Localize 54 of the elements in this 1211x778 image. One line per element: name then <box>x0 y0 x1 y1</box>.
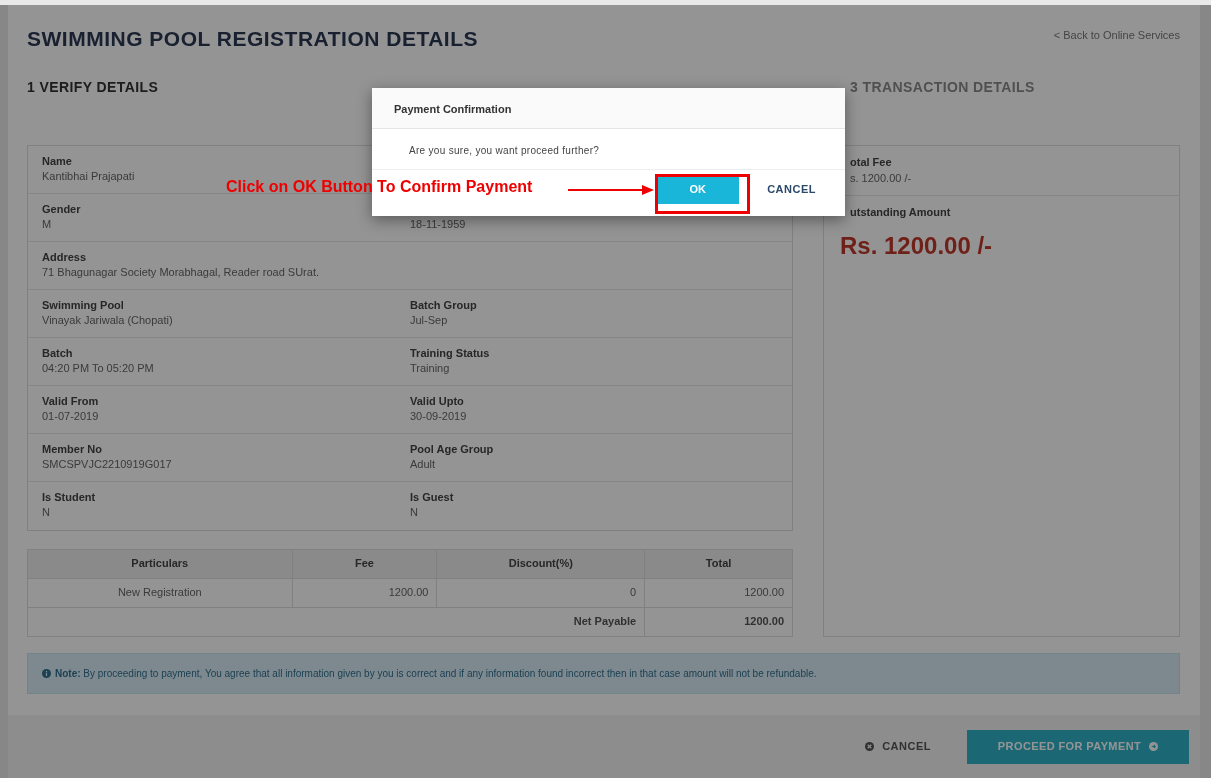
field-value: Kantibhai Prajapati <box>42 168 136 184</box>
field-value: 71 Bhagunagar Society Morabhagal, Reader road SUrat. <box>42 264 320 280</box>
table-cell: 1200.00 <box>292 578 437 607</box>
field-value: Jul-Sep <box>410 312 449 328</box>
column-header: Particulars <box>27 549 293 578</box>
field-value: Vinayak Jariwala (Chopati) <box>42 312 174 328</box>
back-link[interactable]: < Back to Online Services <box>1053 27 1180 44</box>
field-value: N <box>42 504 51 520</box>
annotation-text: Click on OK Button To Confirm Payment <box>226 177 533 197</box>
page-title: SWIMMING POOL REGISTRATION DETAILS <box>27 26 478 52</box>
proceed-button[interactable]: PROCEED FOR PAYMENT <box>967 729 1189 764</box>
dialog-title: Payment Confirmation <box>372 88 845 129</box>
field-label: Address <box>42 249 88 265</box>
note-text: Note: By proceeding to payment, You agree that all information given by you is correct and if any information found incorrect then in that case amount will not be refundable. <box>55 666 817 681</box>
field-label: Name <box>42 153 73 169</box>
field-value: 30-09-2019 <box>410 408 468 424</box>
field-value: 18-11-1959 <box>410 216 467 232</box>
column-header: Total <box>644 549 793 578</box>
outstanding-amount: Rs. 1200.00 /- <box>840 231 994 261</box>
info-icon <box>42 668 51 678</box>
close-icon <box>865 742 875 751</box>
table-cell: 1200.00 <box>644 578 793 607</box>
dialog-cancel-button[interactable]: CANCEL <box>761 179 822 199</box>
cancel-button[interactable]: CANCEL <box>859 737 937 756</box>
column-header: Discount(%) <box>436 549 645 578</box>
field-label: Valid Upto <box>410 393 465 409</box>
table-cell: New Registration <box>27 578 293 607</box>
field-label: Valid From <box>42 393 100 409</box>
field-label: Pool Age Group <box>410 441 495 457</box>
field-label: Swimming Pool <box>42 297 125 313</box>
field-value: Adult <box>410 456 437 472</box>
arrow-right-icon <box>1149 742 1159 751</box>
net-payable-label: Net Payable <box>573 615 637 628</box>
field-value: M <box>42 216 53 232</box>
field-label: Batch <box>42 345 74 361</box>
field-label: Is Student <box>42 489 97 505</box>
field-label: Batch Group <box>410 297 478 313</box>
field-label: otal Fee <box>850 154 893 170</box>
dialog-message: Are you sure, you want proceed further? <box>372 129 845 170</box>
field-label: Training Status <box>410 345 491 361</box>
step-tab[interactable]: 3 TRANSACTION DETAILS <box>850 76 1035 145</box>
field-label: Is Guest <box>410 489 455 505</box>
field-value: 01-07-2019 <box>42 408 100 424</box>
table-cell: 0 <box>436 578 645 607</box>
field-label: Member No <box>42 441 103 457</box>
field-value: Training <box>410 360 451 376</box>
field-value: SMCSPVJC2210919G017 <box>42 456 173 472</box>
field-label: utstanding Amount <box>849 204 952 220</box>
field-value: 04:20 PM To 05:20 PM <box>42 360 155 376</box>
field-value: s. 1200.00 /- <box>850 171 913 186</box>
net-payable-value: 1200.00 <box>644 607 793 636</box>
field-value: N <box>410 504 419 520</box>
field-label: Gender <box>42 201 82 217</box>
column-header: Fee <box>292 549 437 578</box>
